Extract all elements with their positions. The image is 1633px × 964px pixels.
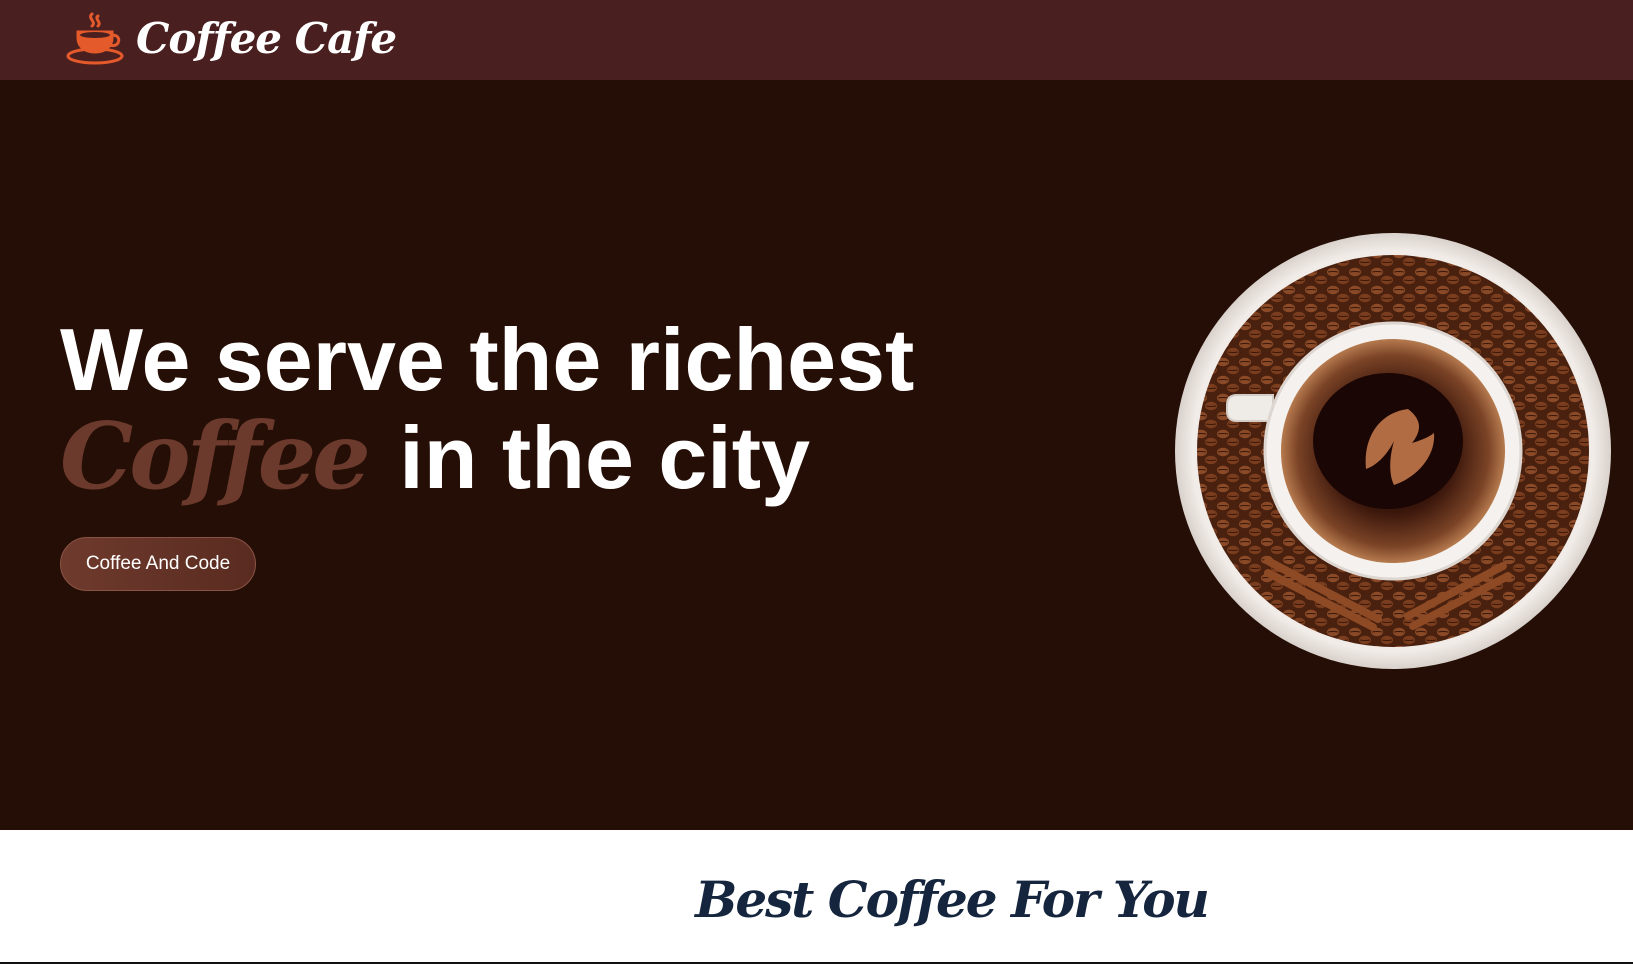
brand-logo-link[interactable]: Coffee Cafe — [64, 8, 397, 68]
section-title: Best Coffee For You — [695, 870, 1210, 929]
navbar: Coffee Cafe — [0, 0, 1633, 80]
headline-line-1: We serve the richest — [60, 310, 915, 409]
headline-accent-word: Coffee — [60, 402, 371, 510]
coffee-cup-with-beans-image — [1175, 233, 1611, 669]
headline-line-2: Coffee in the city — [60, 408, 914, 506]
coffee-and-code-button[interactable]: Coffee And Code — [60, 537, 256, 591]
hero-headline: We serve the richest Coffee in the city — [60, 312, 914, 506]
hero-section: We serve the richest Coffee in the city … — [0, 80, 1633, 830]
coffee-cup-icon — [66, 12, 124, 65]
headline-line-2-text: in the city — [399, 408, 811, 507]
brand-name: Coffee Cafe — [136, 13, 397, 63]
